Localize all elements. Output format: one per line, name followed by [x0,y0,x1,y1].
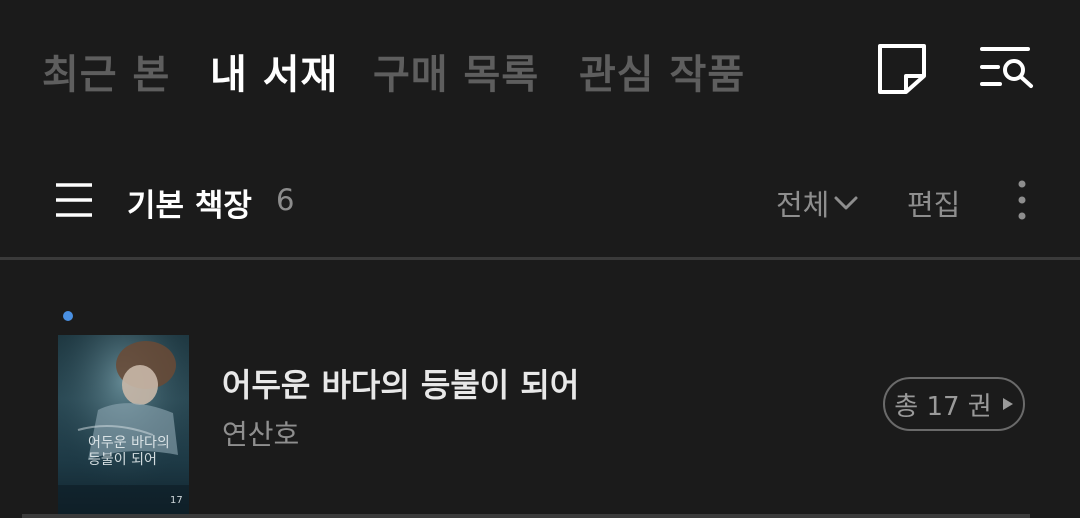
play-triangle-icon [1002,398,1013,410]
edit-button[interactable]: 편집 [907,182,960,224]
volume-count-button[interactable]: 총 17 권 [883,377,1025,431]
top-tab-bar: 최근 본 내 서재 구매 목록 관심 작품 [0,0,1080,140]
cover-volume-number: 17 [170,495,183,506]
shelf-title: 기본 책장 [127,188,252,224]
chevron-down-icon [834,196,858,210]
shelf-header: 기본 책장 6 전체 편집 [0,160,1080,240]
list-search-icon[interactable] [980,44,1036,90]
filter-dropdown[interactable]: 전체 [776,182,859,224]
new-indicator-dot [63,311,73,321]
cover-artwork [58,335,189,518]
tab-recent[interactable]: 최근 본 [42,42,170,100]
book-list-item[interactable]: 어두운 바다의 등불이 되어 17 어두운 바다의 등불이 되어 연산호 총 1… [0,300,1080,518]
note-icon[interactable] [876,42,928,96]
book-author: 연산호 [222,418,300,451]
scroll-edge-line [22,514,1030,518]
tab-favorites[interactable]: 관심 작품 [579,42,745,100]
tab-my-library[interactable]: 내 서재 [210,42,338,100]
tab-purchase-list[interactable]: 구매 목록 [373,42,539,100]
filter-label: 전체 [776,188,830,222]
cover-title-text: 어두운 바다의 등불이 되어 [88,435,170,468]
book-title: 어두운 바다의 등불이 되어 [222,366,580,404]
divider [0,257,1080,260]
volume-count-label: 총 17 권 [894,391,992,422]
shelf-count: 6 [276,183,295,217]
book-cover[interactable]: 어두운 바다의 등불이 되어 17 [58,335,189,518]
more-vertical-icon[interactable] [1010,178,1034,222]
hamburger-menu-icon[interactable] [54,182,94,218]
